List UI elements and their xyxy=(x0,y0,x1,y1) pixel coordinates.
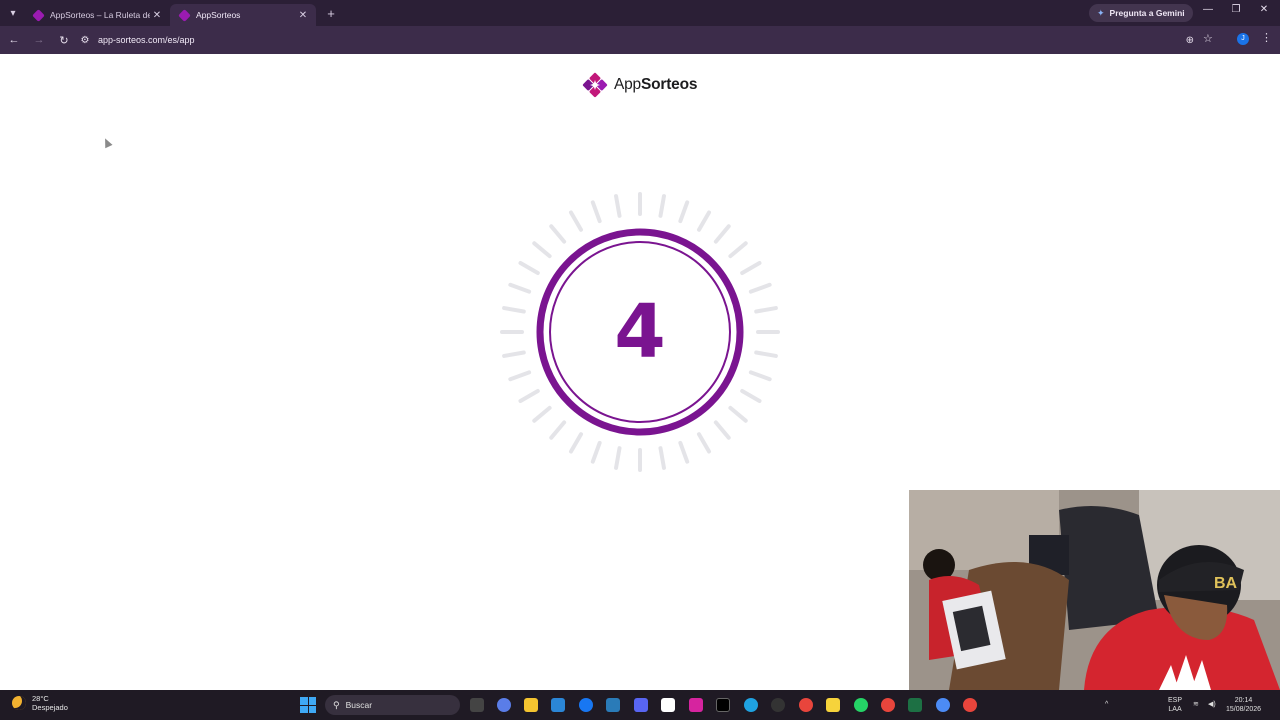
gemini-spark-icon: ✦ xyxy=(1097,7,1105,18)
tab-strip: ▾ AppSorteos – La Ruleta de la Su ✕ AppS… xyxy=(0,0,1280,26)
instagram-icon[interactable] xyxy=(689,698,703,712)
countdown-number: 4 xyxy=(614,289,666,375)
volume-icon[interactable]: ◀) xyxy=(1208,700,1216,709)
webcam-overlay: BA xyxy=(909,490,1280,690)
address-bar[interactable]: ⚙ app-sorteos.com/es/app ⊕ xyxy=(76,29,1206,51)
browser-toolbar: ← → ↻ ⚙ app-sorteos.com/es/app ⊕ xyxy=(0,26,1280,54)
gemini-label: Pregunta a Gemini xyxy=(1109,8,1185,18)
close-window-icon[interactable]: ✕ xyxy=(1254,4,1274,15)
tab-appsorteos[interactable]: AppSorteos ✕ xyxy=(170,4,316,26)
gemini-button[interactable]: ✦ Pregunta a Gemini xyxy=(1089,4,1193,22)
tab-title: AppSorteos – La Ruleta de la Su xyxy=(50,10,150,20)
tab-search-chevron-icon[interactable]: ▾ xyxy=(2,2,24,24)
webcam-scene: BA xyxy=(909,490,1280,690)
windows-start-icon[interactable] xyxy=(300,697,316,713)
wifi-icon[interactable]: ≋ xyxy=(1193,700,1199,709)
bookmark-star-icon[interactable]: ☆ xyxy=(1203,32,1213,45)
temperature: 28°C xyxy=(32,694,49,703)
forward-arrow-icon[interactable]: → xyxy=(28,34,50,46)
language-indicator[interactable]: ESP LAA xyxy=(1168,696,1182,714)
minimize-icon[interactable]: — xyxy=(1198,4,1218,15)
appsorteos-logo-icon xyxy=(582,72,608,98)
back-arrow-icon[interactable]: ← xyxy=(3,34,25,46)
close-tab-icon[interactable]: ✕ xyxy=(296,10,310,21)
appsorteos-favicon-icon xyxy=(32,8,45,22)
url-text[interactable]: app-sorteos.com/es/app xyxy=(98,35,195,45)
tray-overflow-icon[interactable]: ^ xyxy=(1105,700,1108,709)
microsoft-store-icon[interactable] xyxy=(551,698,565,712)
sticky-notes-icon[interactable] xyxy=(826,698,840,712)
reload-icon[interactable]: ↻ xyxy=(53,34,75,47)
svg-text:BA: BA xyxy=(1214,575,1238,592)
tab-roulette[interactable]: AppSorteos – La Ruleta de la Su ✕ xyxy=(24,4,170,26)
file-explorer-icon[interactable] xyxy=(524,698,538,712)
copilot-icon[interactable] xyxy=(497,698,511,712)
task-view-icon[interactable] xyxy=(470,698,484,712)
appsorteos-favicon-icon xyxy=(178,8,191,22)
chrome-profile-icon[interactable] xyxy=(881,698,895,712)
wikipedia-icon[interactable] xyxy=(661,698,675,712)
weather-condition: Despejado xyxy=(32,703,68,712)
clock[interactable]: 20:14 15/08/2026 xyxy=(1226,696,1261,714)
profile-avatar[interactable]: J xyxy=(1237,33,1249,45)
close-tab-icon[interactable]: ✕ xyxy=(150,10,164,21)
maximize-icon[interactable]: ❐ xyxy=(1226,4,1246,15)
photos-icon[interactable] xyxy=(606,698,620,712)
x-twitter-icon[interactable] xyxy=(716,698,730,712)
search-icon: ⚲ xyxy=(333,699,340,710)
logo-text: AppSorteos xyxy=(614,76,698,93)
excel-icon[interactable] xyxy=(908,698,922,712)
chatgpt-icon[interactable] xyxy=(771,698,785,712)
chrome-icon[interactable] xyxy=(799,698,813,712)
new-tab-plus-icon[interactable]: + xyxy=(320,6,342,21)
appsorteos-logo[interactable]: AppSorteos xyxy=(581,71,697,99)
edge-icon[interactable] xyxy=(744,698,758,712)
tab-title: AppSorteos xyxy=(196,10,241,20)
mouse-cursor-icon xyxy=(101,136,113,149)
weather-widget[interactable]: 28°C Despejado xyxy=(12,694,68,712)
moon-icon xyxy=(12,696,26,710)
chrome-active-icon[interactable] xyxy=(936,698,950,712)
facebook-icon[interactable] xyxy=(579,698,593,712)
browser-menu-icon[interactable]: ⋮ xyxy=(1261,31,1272,44)
search-placeholder: Buscar xyxy=(345,700,373,710)
whatsapp-icon[interactable] xyxy=(854,698,868,712)
countdown-timer: 4 xyxy=(490,182,790,482)
discord-icon[interactable] xyxy=(634,698,648,712)
taskbar-search[interactable]: ⚲ Buscar xyxy=(325,695,460,715)
zoom-icon[interactable]: ⊕ xyxy=(1186,35,1194,46)
site-info-icon[interactable]: ⚙ xyxy=(76,35,94,46)
chrome-second-icon[interactable] xyxy=(963,698,977,712)
